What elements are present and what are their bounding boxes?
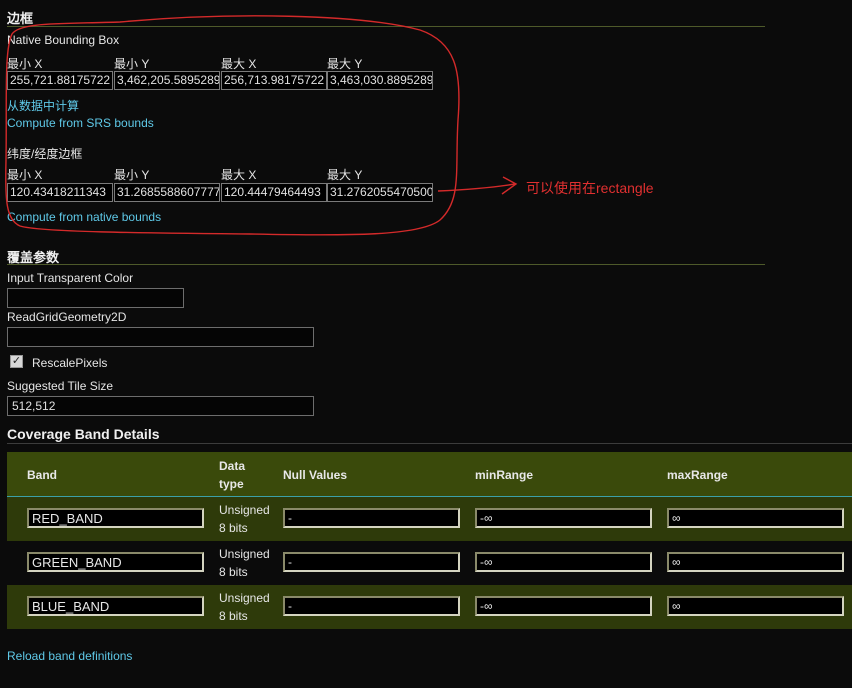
dtype-line1: Unsigned: [219, 547, 270, 561]
transparent-color-label: Input Transparent Color: [7, 271, 134, 285]
dtype-line2: 8 bits: [219, 609, 248, 623]
reload-band-definitions-link[interactable]: Reload band definitions: [7, 649, 132, 663]
band-details-divider: [7, 443, 852, 444]
annotation-arrow-line: [437, 183, 516, 192]
dtype-line1: Unsigned: [219, 591, 270, 605]
readgrid-label: ReadGridGeometry2D: [7, 310, 127, 324]
band-details-title: Coverage Band Details: [7, 426, 160, 442]
coverage-section-divider: [7, 264, 765, 265]
maxrange-input[interactable]: ∞: [667, 552, 844, 572]
transparent-color-input[interactable]: [7, 288, 184, 308]
band-name-input[interactable]: GREEN_BAND: [27, 552, 204, 572]
maxrange-input[interactable]: ∞: [667, 508, 844, 528]
dtype-line2: 8 bits: [219, 565, 248, 579]
band-name-input[interactable]: RED_BAND: [27, 508, 204, 528]
minrange-input[interactable]: -∞: [475, 508, 652, 528]
annotation-circle: [5, 15, 460, 236]
band-column-header: Band: [27, 468, 57, 482]
dtype-line2: 8 bits: [219, 521, 248, 535]
band-name-input[interactable]: BLUE_BAND: [27, 596, 204, 616]
maxrange-input[interactable]: ∞: [667, 596, 844, 616]
minrange-input[interactable]: -∞: [475, 596, 652, 616]
null-values-input[interactable]: -: [283, 508, 460, 528]
null-values-input[interactable]: -: [283, 552, 460, 572]
tile-size-input[interactable]: 512,512: [7, 396, 314, 416]
maxrange-column-header: maxRange: [667, 468, 728, 482]
annotation-marks: [5, 15, 518, 236]
readgrid-input[interactable]: [7, 327, 314, 347]
null-values-column-header: Null Values: [283, 468, 348, 482]
rescale-pixels-label: RescalePixels: [32, 356, 108, 370]
dtype-column-header-line2: type: [219, 477, 244, 491]
rescale-pixels-checkbox[interactable]: ✓: [10, 355, 23, 368]
dtype-line1: Unsigned: [219, 503, 270, 517]
minrange-column-header: minRange: [475, 468, 534, 482]
minrange-input[interactable]: -∞: [475, 552, 652, 572]
null-values-input[interactable]: -: [283, 596, 460, 616]
annotation-text: 可以使用在rectangle: [526, 180, 654, 196]
tile-size-label: Suggested Tile Size: [7, 379, 114, 393]
dtype-column-header-line1: Data: [219, 459, 246, 473]
